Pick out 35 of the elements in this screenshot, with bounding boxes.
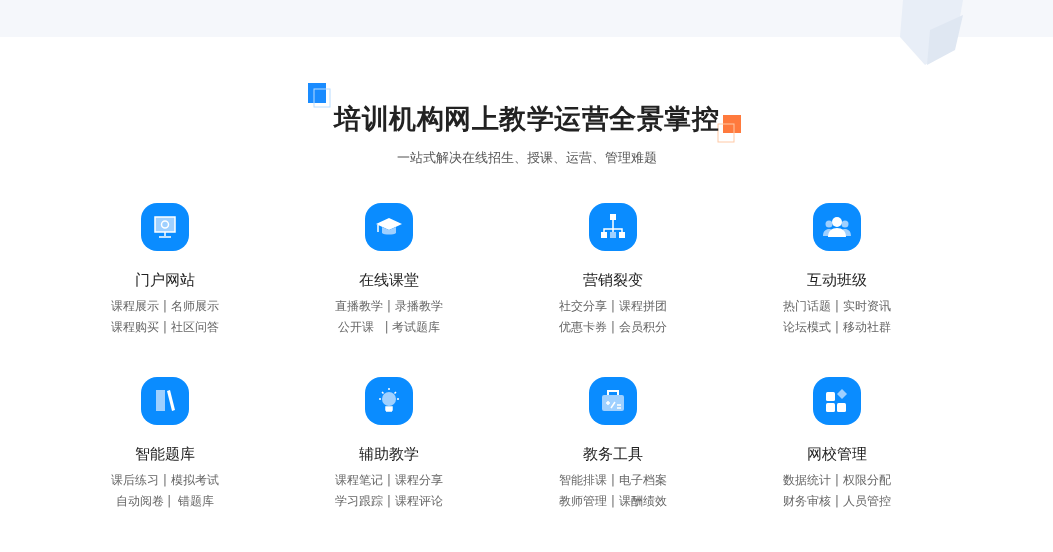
feature-description: 论坛模式 | 移动社群	[783, 320, 891, 335]
square-decoration-icon	[717, 115, 743, 145]
feature-description: 优惠卡券 | 会员积分	[559, 320, 667, 335]
subtitle: 一站式解决在线招生、授课、运营、管理难题	[396, 149, 657, 167]
feature-description: 课程笔记 | 课程分享	[335, 473, 443, 488]
hierarchy-icon	[601, 214, 625, 238]
feature-description: 直播教学 | 录播教学	[335, 299, 443, 314]
feature-title: 辅助教学	[359, 445, 419, 464]
feature-description: 课后练习 | 模拟考试	[111, 473, 219, 488]
feature-description: 财务审核 | 人员管控	[783, 494, 891, 509]
feature-title: 在线课堂	[359, 271, 419, 290]
feature-title: 互动班级	[807, 271, 867, 290]
monitor-icon	[154, 216, 176, 238]
feature-title: 智能题库	[135, 445, 195, 464]
feature-description: 社交分享 | 课程拼团	[559, 299, 667, 314]
feature-description: 自动阅卷 | 错题库	[115, 494, 215, 509]
people-icon	[823, 217, 851, 237]
feature-description: 学习跟踪 | 课程评论	[335, 494, 443, 509]
feature-description: 智能排课 | 电子档案	[559, 473, 667, 488]
feature-description: 教师管理 | 课酬绩效	[559, 494, 667, 509]
grid-icon	[826, 389, 847, 412]
feature-description: 热门话题 | 实时资讯	[783, 299, 891, 314]
books-icon	[156, 390, 175, 411]
feature-title: 教务工具	[583, 445, 643, 464]
page-title: 培训机构网上教学运营全景掌控	[332, 102, 720, 136]
graduation-cap-icon	[376, 218, 402, 235]
light-bulb-icon	[378, 387, 400, 412]
toolbox-icon	[602, 390, 624, 411]
feature-description: 公开课 | 考试题库	[337, 320, 441, 335]
feature-title: 门户网站	[135, 271, 195, 290]
feature-description: 课程展示 | 名师展示	[111, 299, 219, 314]
feature-title: 网校管理	[807, 445, 867, 464]
feature-description: 数据统计 | 权限分配	[783, 473, 891, 488]
feature-title: 营销裂变	[583, 271, 643, 290]
feature-description: 课程购买 | 社区问答	[111, 320, 219, 335]
